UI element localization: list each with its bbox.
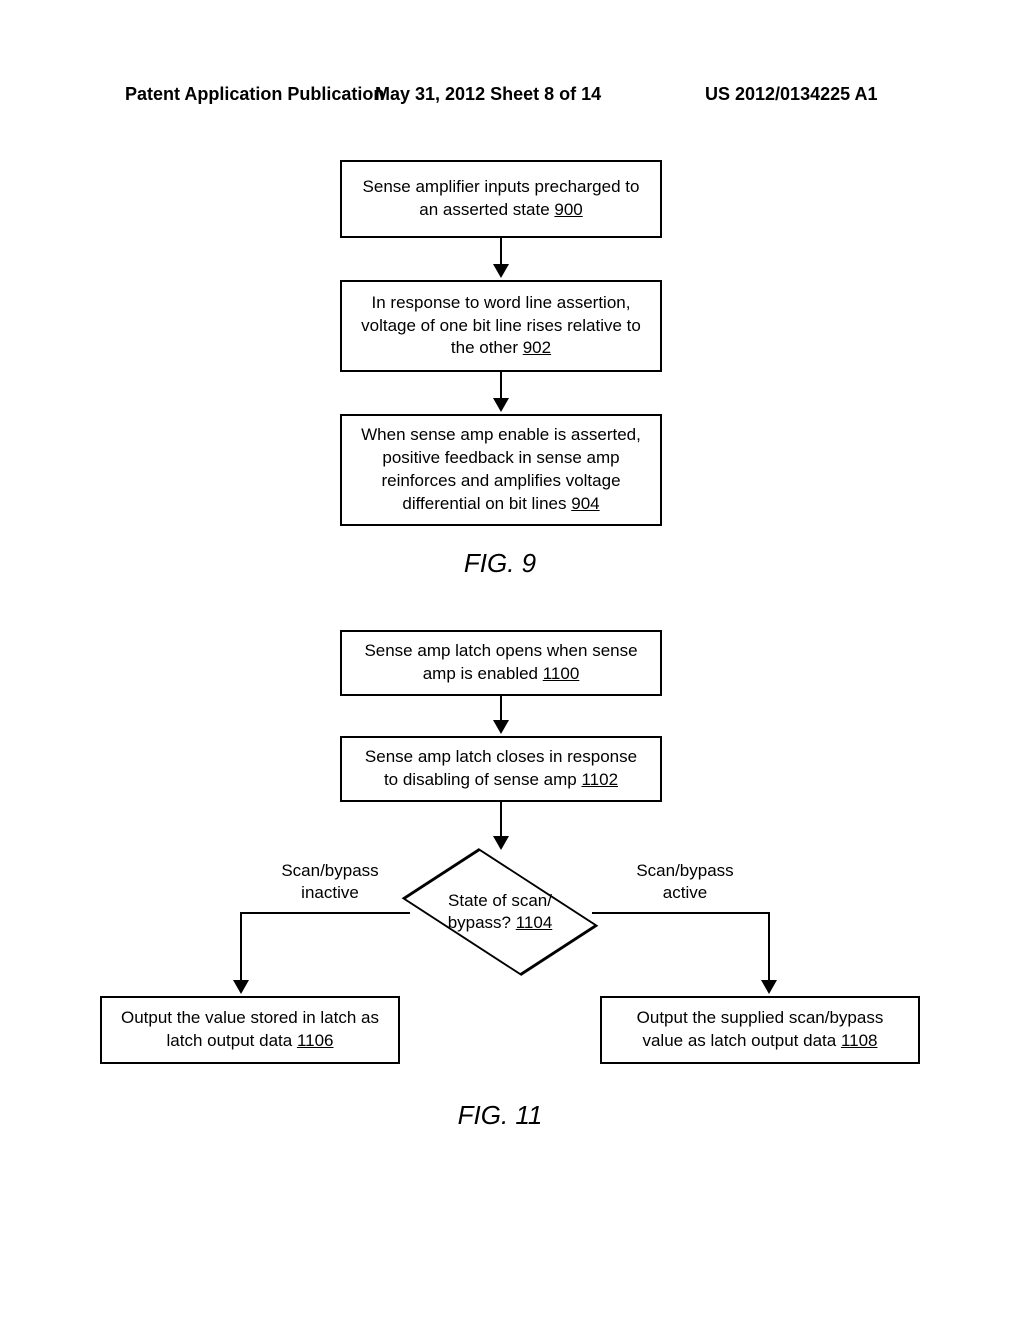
- box1100-text: Sense amp latch opens when sense amp is …: [356, 640, 646, 686]
- box900-content: Sense amplifier inputs precharged to an …: [363, 177, 640, 219]
- arrow-900-902: [500, 238, 502, 276]
- diamond1104-ref: 1104: [516, 913, 553, 932]
- fig11-diamond-1104: State of scan/ bypass? 1104: [410, 852, 590, 972]
- box900-ref: 900: [554, 200, 582, 219]
- box904-text: When sense amp enable is asserted, posit…: [356, 424, 646, 516]
- diamond1104-line2: bypass? 1104: [448, 913, 553, 932]
- branch-right-line2: active: [663, 883, 707, 902]
- fig9-box-900: Sense amplifier inputs precharged to an …: [340, 160, 662, 238]
- fig11-box-1100: Sense amp latch opens when sense amp is …: [340, 630, 662, 696]
- fig9-box-902: In response to word line assertion, volt…: [340, 280, 662, 372]
- fig11-box-1108: Output the supplied scan/bypass value as…: [600, 996, 920, 1064]
- diamond1104-line2-text: bypass?: [448, 913, 516, 932]
- box1108-ref: 1108: [841, 1031, 878, 1050]
- hline-left: [240, 912, 410, 914]
- box1100-ref: 1100: [543, 664, 580, 683]
- box904-ref: 904: [571, 494, 599, 513]
- box1106-text: Output the value stored in latch as latc…: [116, 1007, 384, 1053]
- header-docnumber: US 2012/0134225 A1: [705, 84, 877, 105]
- box1106-content: Output the value stored in latch as latc…: [121, 1008, 379, 1050]
- fig9-box-904: When sense amp enable is asserted, posit…: [340, 414, 662, 526]
- fig11-box-1106: Output the value stored in latch as latc…: [100, 996, 400, 1064]
- box1102-ref: 1102: [581, 770, 618, 789]
- box902-ref: 902: [523, 338, 551, 357]
- fig11-label: FIG. 11: [400, 1100, 600, 1131]
- fig11-box-1102: Sense amp latch closes in response to di…: [340, 736, 662, 802]
- box902-content: In response to word line assertion, volt…: [361, 293, 641, 358]
- vline-left: [240, 912, 242, 992]
- arrow-1100-1102: [500, 696, 502, 732]
- branch-left-label: Scan/bypass inactive: [265, 860, 395, 904]
- header-date-sheet: May 31, 2012 Sheet 8 of 14: [375, 84, 601, 105]
- fig9-label: FIG. 9: [400, 548, 600, 579]
- branch-left-line2: inactive: [301, 883, 359, 902]
- box1102-text: Sense amp latch closes in response to di…: [356, 746, 646, 792]
- hline-right: [592, 912, 770, 914]
- branch-right-label: Scan/bypass active: [620, 860, 750, 904]
- header-publication: Patent Application Publication: [125, 84, 384, 105]
- branch-left-line1: Scan/bypass: [281, 861, 378, 880]
- arrow-1102-1104: [500, 802, 502, 848]
- branch-right-line1: Scan/bypass: [636, 861, 733, 880]
- box1106-ref: 1106: [297, 1031, 334, 1050]
- box1100-content: Sense amp latch opens when sense amp is …: [364, 641, 637, 683]
- diamond1104-line1: State of scan/: [448, 891, 552, 910]
- box902-text: In response to word line assertion, volt…: [356, 292, 646, 361]
- vline-right: [768, 912, 770, 992]
- arrow-902-904: [500, 372, 502, 410]
- box1108-text: Output the supplied scan/bypass value as…: [616, 1007, 904, 1053]
- box900-text: Sense amplifier inputs precharged to an …: [356, 176, 646, 222]
